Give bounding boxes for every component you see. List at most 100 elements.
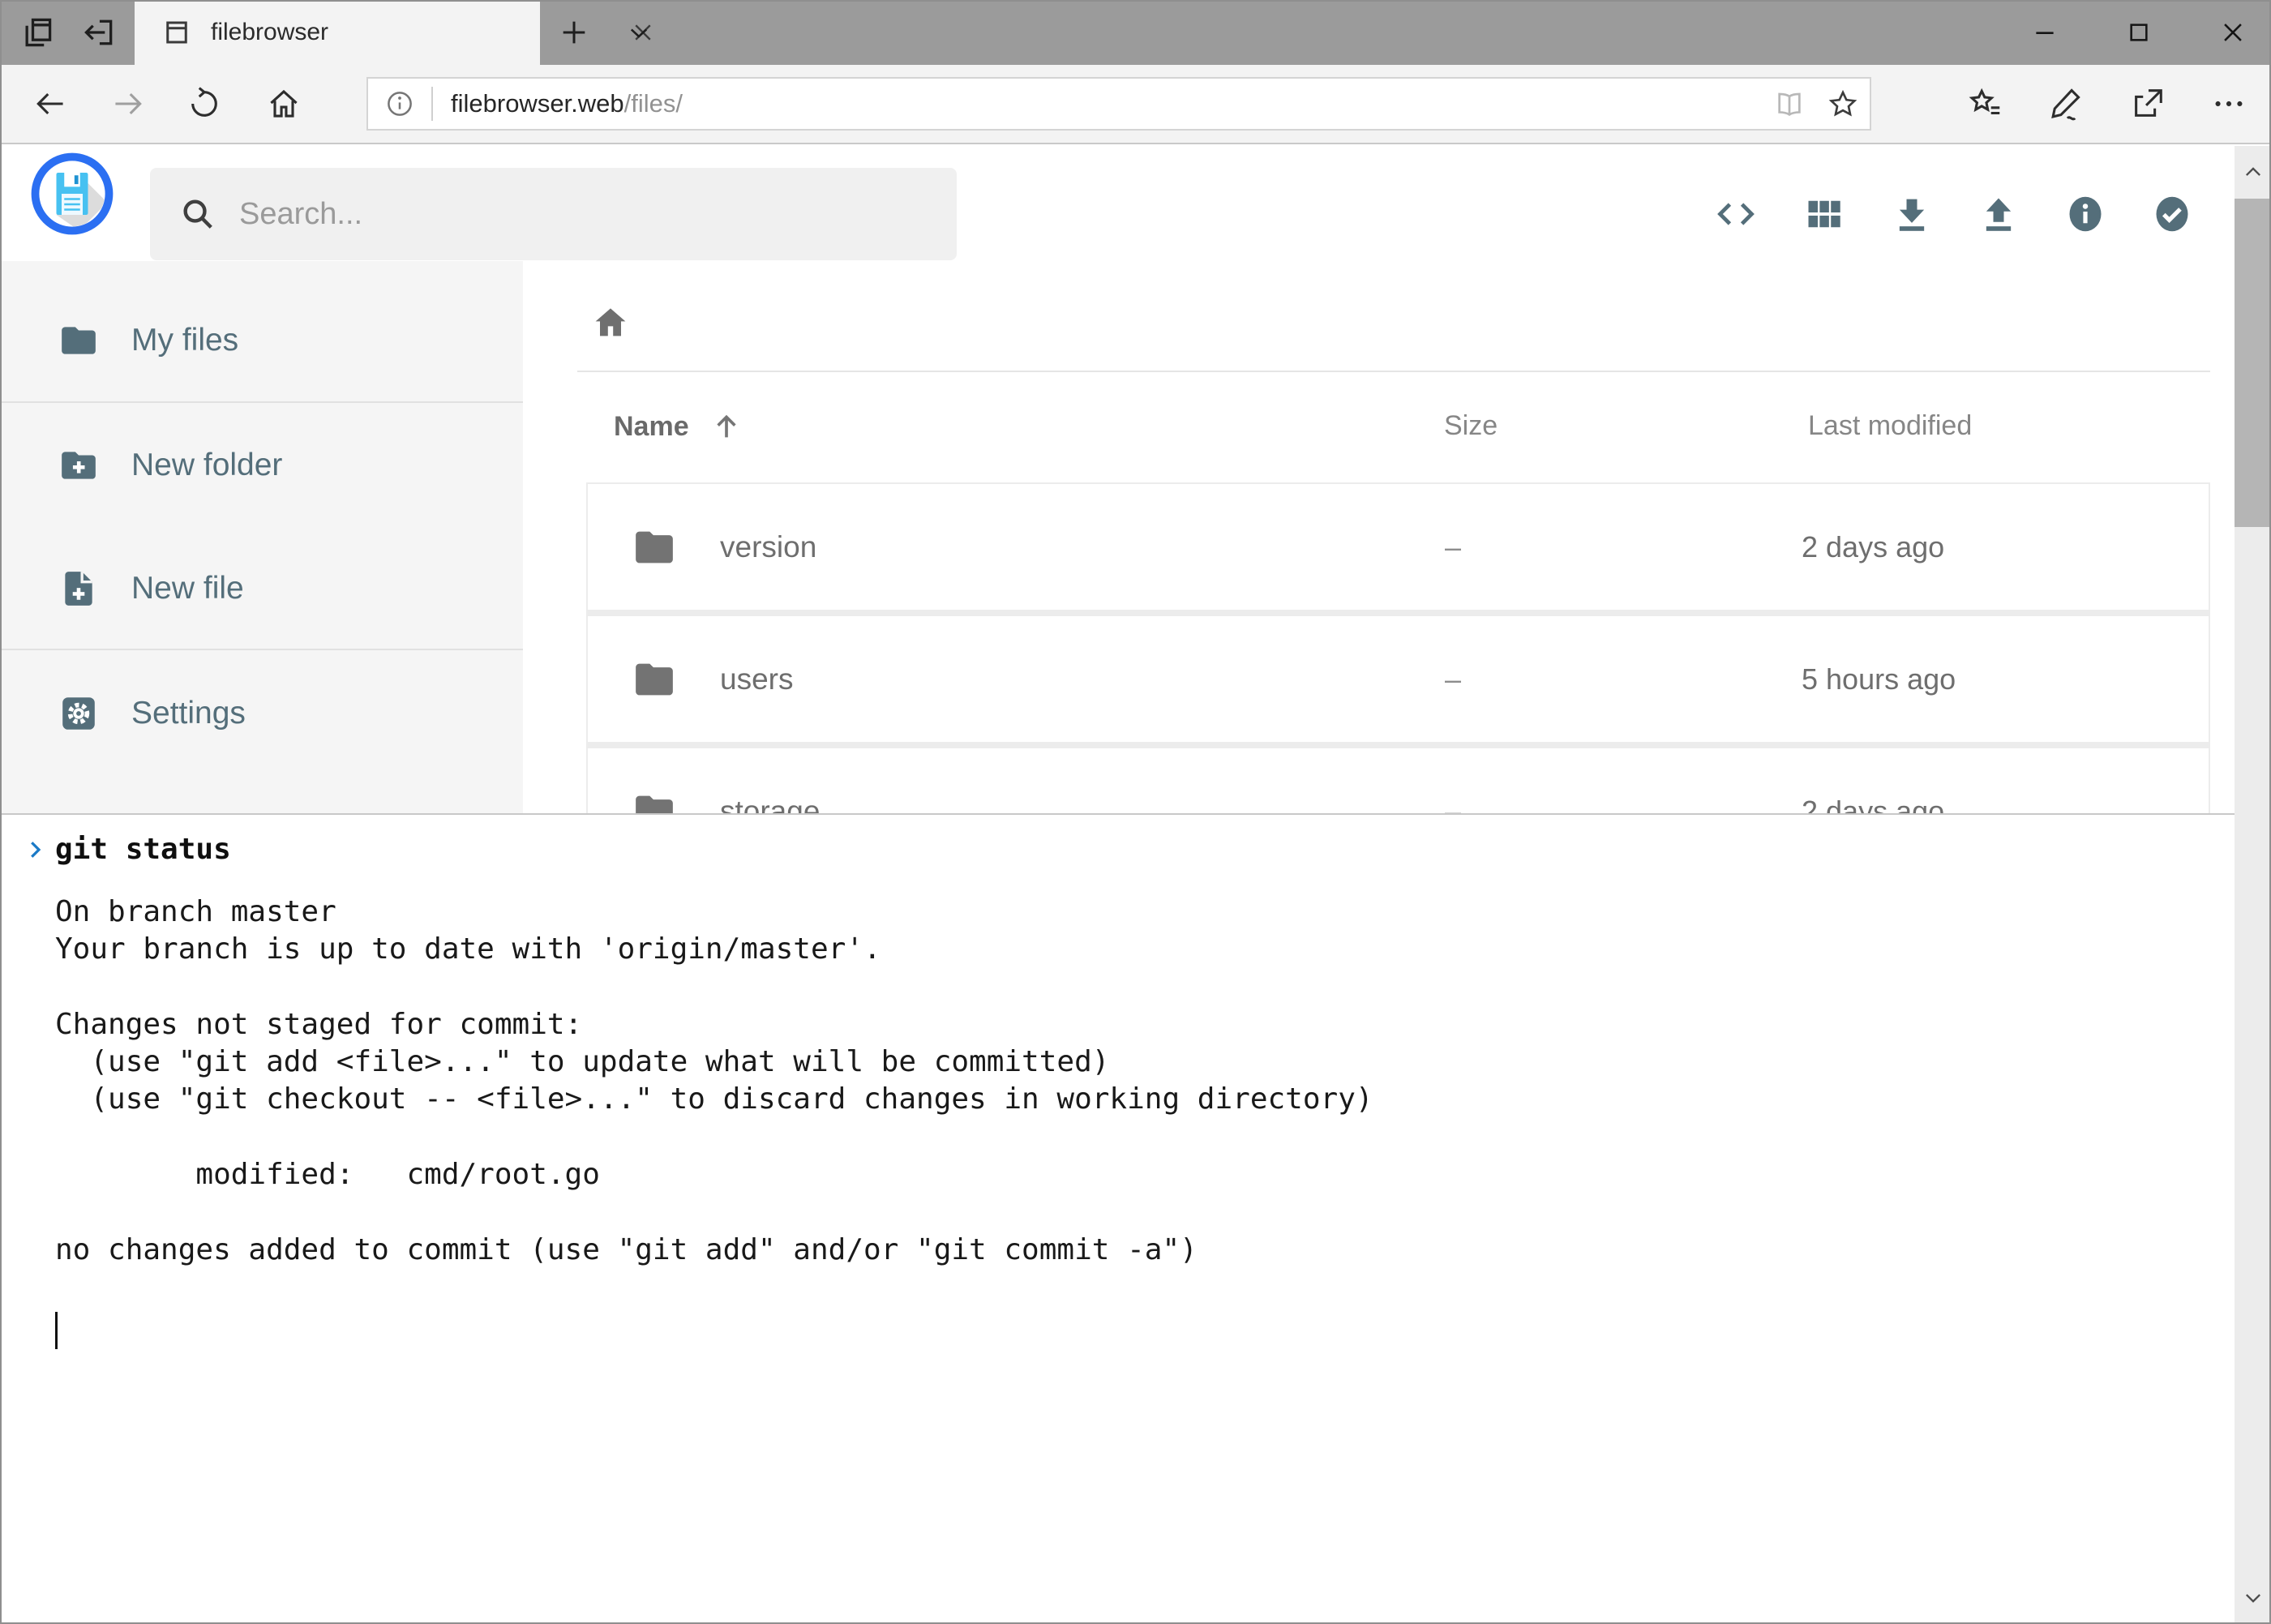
divider [0,649,523,650]
prompt-line: git status [23,833,231,866]
grid-view-icon [1803,193,1845,235]
scroll-up-button[interactable] [2235,146,2271,198]
column-label: Last modified [1808,410,1972,442]
home-button[interactable] [248,65,319,143]
file-modified: 2 days ago [1802,530,1944,564]
divider [588,742,2209,748]
share-button[interactable] [2109,65,2187,143]
home-icon [591,303,630,342]
search-icon [179,195,216,233]
scroll-down-button[interactable] [2235,1572,2271,1624]
plus-icon [558,16,590,49]
folder-icon [632,660,677,699]
switch-view-button[interactable] [1802,191,1847,237]
ellipsis-icon [2210,85,2247,122]
search-box[interactable] [150,168,957,260]
column-header-name[interactable]: Name [614,410,743,443]
star-icon [1827,88,1859,120]
browser-window: filebrowser [0,0,2271,1624]
back-arrow-icon [32,86,68,122]
info-button[interactable] [2063,191,2108,237]
file-size: – [1445,662,1461,696]
file-plus-icon [58,568,99,609]
tab-title: filebrowser [211,19,328,46]
command-text: git status [55,833,231,866]
favorites-list-icon [1967,85,2004,122]
site-info-icon[interactable] [384,88,415,119]
new-tab-button[interactable] [545,0,603,65]
close-button[interactable] [2187,0,2271,65]
close-icon [2219,19,2247,46]
info-icon [2064,193,2106,235]
file-row-users[interactable]: users – 5 hours ago [588,616,2209,742]
divider [431,87,433,121]
code-icon [1715,193,1757,235]
browser-tab[interactable]: filebrowser [135,0,540,65]
chevron-down-icon [625,19,653,46]
select-multiple-button[interactable] [2149,191,2195,237]
refresh-icon [186,86,222,122]
sidebar-item-new-file[interactable]: New file [0,528,523,649]
set-tabs-aside-button[interactable] [70,0,128,65]
terminal-panel[interactable]: git status On branch master Your branch … [0,813,2235,1624]
tab-preview-button[interactable] [8,0,66,65]
file-row-version[interactable]: version – 2 days ago [588,484,2209,610]
folder-icon [58,320,99,361]
sidebar-item-settings[interactable]: Settings [0,653,523,774]
sort-ascending-icon [710,410,743,443]
favorites-hub-button[interactable] [1947,65,2025,143]
tabs-preview-icon [19,15,55,50]
search-input[interactable] [239,197,957,232]
more-options-button[interactable] [2190,65,2268,143]
breadcrumb-home-button[interactable] [591,303,630,342]
url-host: filebrowser.web [451,89,624,118]
column-header-modified[interactable]: Last modified [1808,410,1972,442]
sidebar-item-label: My files [131,323,238,358]
url-text: filebrowser.web/files/ [451,89,683,118]
share-icon [2129,85,2166,122]
forward-arrow-icon [110,86,146,122]
add-favorite-button[interactable] [1816,79,1870,129]
tab-list-dropdown-button[interactable] [610,0,668,65]
refresh-button[interactable] [169,65,240,143]
file-name: users [720,662,793,696]
maximize-button[interactable] [2093,0,2184,65]
column-label: Name [614,411,689,443]
download-icon [1891,193,1933,235]
address-bar[interactable]: filebrowser.web/files/ [366,77,1871,131]
floppy-logo-icon [30,152,114,236]
divider [0,401,523,403]
chevron-down-icon [2242,1587,2265,1609]
upload-icon [1977,193,2020,235]
upload-button[interactable] [1976,191,2021,237]
divider [588,610,2209,616]
download-button[interactable] [1889,191,1935,237]
sidebar: My files New folder New file Settings [0,261,523,813]
sidebar-item-new-folder[interactable]: New folder [0,405,523,526]
set-aside-icon [81,15,117,50]
sidebar-item-my-files[interactable]: My files [0,280,523,401]
column-header-size[interactable]: Size [1444,410,1498,442]
minimize-icon [2031,19,2059,46]
reading-view-button[interactable] [1763,79,1816,129]
app-logo[interactable] [30,152,114,236]
terminal-output: On branch master Your branch is up to da… [55,893,1373,1269]
forward-button[interactable] [92,65,164,143]
text-cursor [55,1312,58,1349]
browser-toolbar: filebrowser.web/files/ [0,65,2271,144]
sidebar-item-label: New file [131,571,244,606]
settings-icon [58,693,99,734]
back-button[interactable] [15,65,86,143]
sidebar-item-label: New folder [131,448,282,483]
file-size: – [1445,530,1461,564]
scrollbar-thumb[interactable] [2235,199,2271,527]
folder-icon [632,528,677,567]
reading-view-icon [1774,88,1805,119]
toggle-shell-button[interactable] [1713,191,1759,237]
scrollbar[interactable] [2235,146,2271,1624]
minimize-button[interactable] [1999,0,2090,65]
annotate-button[interactable] [2028,65,2106,143]
url-path: /files/ [624,89,683,118]
folder-plus-icon [58,445,99,486]
page-icon [162,18,191,47]
